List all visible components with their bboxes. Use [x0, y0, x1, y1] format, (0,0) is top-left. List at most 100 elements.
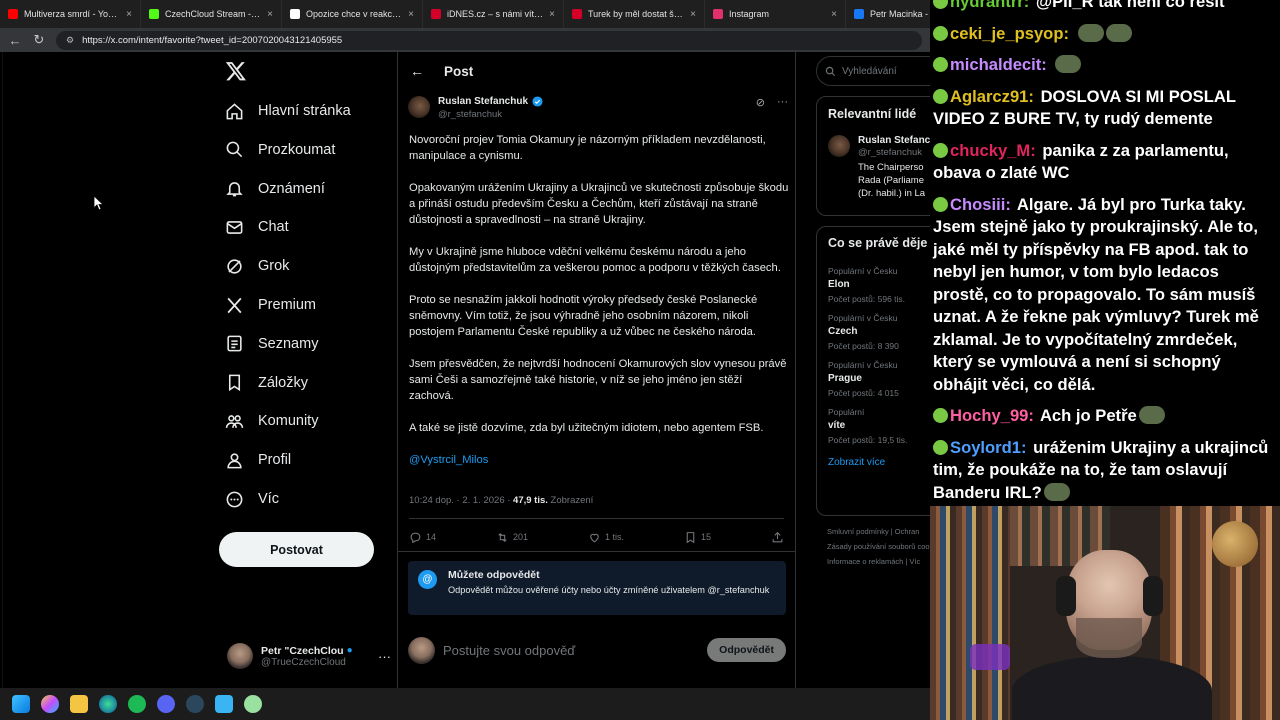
nav-item-profil[interactable]: Profil — [225, 445, 291, 475]
grok-icon[interactable]: ⊘ — [756, 96, 765, 109]
obs-icon[interactable] — [244, 695, 262, 713]
chat-username[interactable]: Aglarcz91: — [950, 87, 1034, 106]
close-tab-icon[interactable]: × — [126, 9, 132, 20]
close-tab-icon[interactable]: × — [408, 9, 414, 20]
back-arrow-icon[interactable]: ← — [8, 33, 22, 48]
site-info-icon[interactable]: ⚙ — [66, 35, 74, 46]
mouse-cursor-icon — [94, 196, 103, 210]
relevant-person[interactable]: Ruslan Stefanc @r_stefanchuk The Chairpe… — [828, 135, 930, 200]
trend-item[interactable]: Populární v Česku Czech Počet postů: 8 390 — [828, 313, 930, 351]
close-tab-icon[interactable]: × — [549, 9, 555, 20]
chat-text: Ach jo Petře — [1039, 406, 1137, 425]
copilot-icon[interactable] — [41, 695, 59, 713]
chat-username[interactable]: Chosiii: — [950, 195, 1011, 214]
post-author[interactable]: Ruslan Stefanchuk @r_stefanchuk ⊘ ··· — [408, 96, 788, 124]
post-timestamp[interactable]: 10:24 dop. · 2. 1. 2026 · — [409, 495, 510, 506]
account-switcher[interactable]: Petr "CzechClou ● @TrueCzechCloud ··· — [227, 639, 392, 673]
chat-text: Algare. Já byl pro Turka taky. Jsem stej… — [933, 194, 1259, 394]
bookmark-button[interactable]: 15 — [684, 531, 711, 544]
browser-tab[interactable]: Petr Macinka - Fa× — [846, 0, 930, 28]
discord-icon[interactable] — [157, 695, 175, 713]
chat-emote-icon — [1138, 406, 1165, 424]
search-input[interactable]: Vyhledávání — [816, 56, 930, 86]
close-tab-icon[interactable]: × — [690, 9, 696, 20]
reload-icon[interactable]: ↻ — [32, 32, 46, 48]
chat-username[interactable]: hydrantrr: — [950, 0, 1029, 11]
repost-icon — [498, 532, 507, 542]
tab-label: Instagram — [729, 9, 770, 19]
post-paragraph: A také se jistě dozvíme, zda byl užitečn… — [409, 422, 764, 434]
nav-item-záložky[interactable]: Záložky — [225, 368, 308, 398]
nav-item-label: Profil — [258, 452, 292, 469]
reply-input[interactable]: Postujte svou odpověď — [443, 643, 699, 658]
nav-item-hlavní-stránka[interactable]: Hlavní stránka — [225, 96, 351, 126]
notepad-icon[interactable] — [215, 695, 233, 713]
file-explorer-icon[interactable] — [70, 695, 88, 713]
chat-username[interactable]: ceki_je_psyop: — [950, 24, 1069, 43]
chat-username[interactable]: Soylord1: — [950, 438, 1027, 457]
person-name[interactable]: Ruslan Stefanc — [858, 135, 930, 146]
mention-link[interactable]: @Vystrcil_Milos — [409, 454, 488, 466]
author-name[interactable]: Ruslan Stefanchuk — [438, 96, 528, 107]
reply-submit-button[interactable]: Odpovědět — [707, 638, 786, 662]
footer-link[interactable]: Smluvní podmínky | Ochran — [827, 524, 930, 539]
nav-item-víc[interactable]: Víc — [225, 484, 279, 514]
like-count: 1 tis. — [604, 532, 624, 542]
card-title: Co se právě děje — [828, 236, 928, 250]
browser-tab[interactable]: Opozice chce v reakci na Oka × — [282, 0, 423, 28]
edge-browser-icon[interactable] — [99, 695, 117, 713]
chat-badge-icon — [933, 0, 948, 9]
browser-tab[interactable]: Turek by měl dostat šanci, říká × — [564, 0, 705, 28]
browser-tab[interactable]: iDNES.cz – s námi víte víc × — [423, 0, 564, 28]
x-logo-icon[interactable] — [225, 60, 247, 82]
avatar[interactable] — [828, 135, 850, 157]
windows-start-icon[interactable] — [12, 695, 30, 713]
nav-item-label: Prozkoumat — [258, 141, 336, 158]
browser-toolbar: ← ↻ ⚙ https://x.com/intent/favorite?twee… — [0, 28, 930, 52]
nav-item-oznámení[interactable]: Oznámení — [225, 174, 325, 204]
chat-username[interactable]: michaldecit: — [950, 55, 1047, 74]
spotify-icon[interactable] — [128, 695, 146, 713]
nav-item-komunity[interactable]: Komunity — [225, 406, 318, 436]
card-title: Relevantní lidé — [828, 107, 917, 121]
trend-item[interactable]: Populární v Česku Prague Počet postů: 4 01… — [828, 360, 930, 398]
avatar[interactable] — [408, 96, 430, 118]
trend-item[interactable]: Populární víte Počet postů: 19,5 tis. — [828, 407, 930, 445]
footer-link[interactable]: Informace o reklamách | Víc — [827, 554, 930, 569]
chat-message: hydrantrr: @PII_R tak není co řešit — [933, 0, 1278, 14]
trend-context: Populární v Česku — [828, 266, 898, 276]
chat-username[interactable]: Hochy_99: — [950, 406, 1034, 425]
post-button[interactable]: Postovat — [219, 532, 374, 567]
address-bar[interactable]: ⚙ https://x.com/intent/favorite?tweet_id… — [56, 30, 922, 50]
nav-item-chat[interactable]: Chat — [225, 212, 289, 242]
browser-tab[interactable]: Instagram × — [705, 0, 846, 28]
post-paragraph: My v Ukrajině jsme hluboce vděční velkém… — [409, 246, 781, 274]
show-more-link[interactable]: Zobrazit více — [828, 457, 930, 468]
tab-favicon-icon — [290, 9, 300, 19]
share-button[interactable] — [771, 531, 784, 544]
close-tab-icon[interactable]: × — [831, 9, 837, 20]
tab-label: Multiverza smrdí - YouTube — [24, 9, 120, 19]
profile-icon — [227, 453, 242, 469]
repost-button[interactable]: 201 — [496, 531, 528, 544]
chat-username[interactable]: chucky_M: — [950, 141, 1036, 160]
notice-text: Odpovědět můžou ověřené účty nebo účty z… — [448, 585, 770, 595]
more-options-icon[interactable]: ··· — [378, 649, 391, 664]
chat-badge-icon — [933, 88, 948, 104]
browser-tab[interactable]: Multiverza smrdí - YouTube × — [0, 0, 141, 28]
nav-item-prozkoumat[interactable]: Prozkoumat — [225, 135, 335, 165]
back-arrow-icon[interactable]: ← — [410, 63, 424, 79]
nav-item-seznamy[interactable]: Seznamy — [225, 329, 318, 359]
headset-left — [1056, 576, 1076, 616]
reply-button[interactable]: 14 — [409, 531, 436, 544]
close-tab-icon[interactable]: × — [267, 9, 273, 20]
trend-item[interactable]: Populární v Česku Elon Počet postů: 596 ti… — [828, 266, 930, 304]
nav-item-premium[interactable]: Premium — [225, 290, 316, 320]
post-paragraph: Opakovaným urážením Ukrajiny a Ukrajinců… — [409, 182, 789, 226]
more-options-icon[interactable]: ··· — [777, 96, 788, 109]
browser-tab[interactable]: CzechCloud Stream - Watch L × — [141, 0, 282, 28]
like-button[interactable]: 1 tis. — [588, 531, 624, 544]
steam-icon[interactable] — [186, 695, 204, 713]
footer-link[interactable]: Zásady používání souborů coo — [827, 539, 930, 554]
nav-item-grok[interactable]: Grok — [225, 251, 289, 281]
